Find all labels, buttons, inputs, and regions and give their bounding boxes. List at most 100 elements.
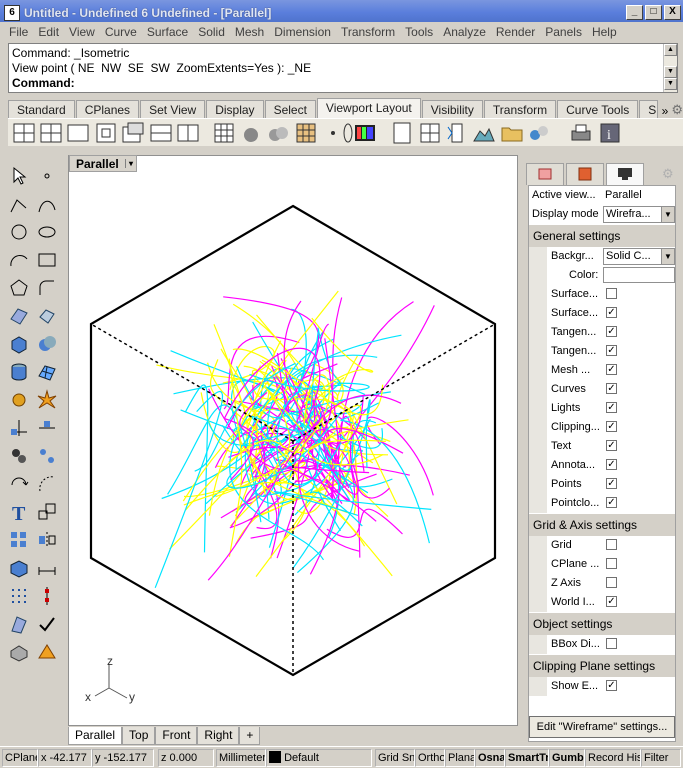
render-color-icon[interactable]	[353, 121, 377, 145]
viewport-title[interactable]: Parallel ▾	[69, 155, 137, 172]
viewport[interactable]: z y x	[68, 155, 518, 726]
status-layer[interactable]: Default	[266, 749, 372, 767]
menu-analyze[interactable]: Analyze	[438, 25, 491, 39]
panel-tab-display[interactable]	[606, 163, 644, 185]
polyline-icon[interactable]	[8, 194, 30, 216]
minimize-button[interactable]: _	[626, 5, 643, 20]
scale-tool-icon[interactable]	[36, 501, 58, 523]
split-viewport-icon[interactable]	[39, 121, 63, 145]
tab-curve-tools[interactable]: Curve Tools	[557, 100, 639, 118]
chevron-down-icon[interactable]: ▾	[125, 159, 136, 168]
rotate-icon[interactable]	[8, 473, 30, 495]
render-icon[interactable]	[8, 641, 30, 663]
setting-checkbox[interactable]	[606, 558, 617, 569]
wireframe-curve[interactable]	[236, 308, 307, 419]
split-icon[interactable]	[36, 417, 58, 439]
mesh-icon[interactable]	[36, 361, 58, 383]
scale-icon[interactable]	[445, 121, 469, 145]
viewport-tab-parallel[interactable]: Parallel	[68, 727, 123, 745]
viewport-tab-front[interactable]: Front	[155, 727, 198, 745]
setting-checkbox[interactable]: ✓	[606, 383, 617, 394]
extrude-surface-icon[interactable]	[36, 305, 58, 327]
status-osnap[interactable]: Osnap	[475, 749, 505, 767]
section-clipping-plane-settings[interactable]: Clipping Plane settings	[529, 655, 675, 677]
gear-icon[interactable]: ⚙	[671, 102, 683, 118]
boolean-union-icon[interactable]	[36, 333, 58, 355]
background-select[interactable]: Solid C... ▼	[603, 248, 675, 265]
two-spheres-icon[interactable]	[266, 121, 290, 145]
setting-checkbox[interactable]	[606, 638, 617, 649]
menu-render[interactable]: Render	[491, 25, 540, 39]
block-icon[interactable]	[8, 557, 30, 579]
menu-view[interactable]: View	[64, 25, 100, 39]
color-grid-icon[interactable]	[294, 121, 318, 145]
mirror-icon[interactable]	[36, 529, 58, 551]
fillet-icon[interactable]	[36, 277, 58, 299]
setting-checkbox[interactable]: ✓	[606, 478, 617, 489]
menu-curve[interactable]: Curve	[100, 25, 142, 39]
curve-icon[interactable]	[36, 194, 58, 216]
menu-file[interactable]: File	[4, 25, 33, 39]
setting-checkbox[interactable]: ✓	[606, 459, 617, 470]
edit-display-mode-button[interactable]: Edit "Wireframe" settings...	[529, 716, 675, 738]
tab-set-view[interactable]: Set View	[140, 100, 206, 118]
four-viewports-icon[interactable]	[12, 121, 36, 145]
rectangle-icon[interactable]	[36, 249, 58, 271]
analyze-icon[interactable]	[8, 613, 30, 635]
close-button[interactable]: X	[664, 5, 681, 20]
surface-icon[interactable]	[8, 305, 30, 327]
status-filter[interactable]: Filter	[641, 749, 681, 767]
tab-visibility[interactable]: Visibility	[421, 100, 483, 118]
material-icon[interactable]	[36, 641, 58, 663]
command-scrollbar[interactable]: ▲ ▼ ▼	[663, 44, 677, 92]
setting-checkbox[interactable]	[606, 288, 617, 299]
command-prompt[interactable]: Command:	[12, 76, 75, 90]
viewport-canvas[interactable]: z y x	[69, 156, 517, 725]
status-units[interactable]: Millimeters	[216, 749, 266, 767]
section-object-settings[interactable]: Object settings	[529, 613, 675, 635]
setting-checkbox[interactable]: ✓	[606, 421, 617, 432]
setting-checkbox[interactable]: ✓	[606, 596, 617, 607]
tab-standard[interactable]: Standard	[8, 100, 75, 118]
maximize-button[interactable]: □	[645, 5, 662, 20]
menu-surface[interactable]: Surface	[142, 25, 193, 39]
panel-tab-layers[interactable]	[526, 163, 564, 185]
panel-tab-properties[interactable]	[566, 163, 604, 185]
viewport-tab-top[interactable]: Top	[122, 727, 156, 745]
section-grid-axis-settings[interactable]: Grid & Axis settings	[529, 514, 675, 536]
chevron-down-icon[interactable]: ▼	[661, 207, 674, 222]
setting-checkbox[interactable]: ✓	[606, 326, 617, 337]
group-icon[interactable]	[8, 445, 30, 467]
transform-gear-icon[interactable]	[8, 389, 30, 411]
tab-transform[interactable]: Transform	[483, 100, 557, 118]
status-cplane[interactable]: CPlane	[2, 749, 38, 767]
grid-icon[interactable]	[212, 121, 236, 145]
scroll-up-icon[interactable]: ▲	[664, 44, 677, 56]
menu-tools[interactable]: Tools	[400, 25, 438, 39]
check-icon[interactable]	[36, 613, 58, 635]
section-general-settings[interactable]: General settings	[529, 225, 675, 247]
dimension-icon[interactable]	[36, 557, 58, 579]
polygon-icon[interactable]	[8, 277, 30, 299]
arc-dimension-icon[interactable]	[36, 473, 58, 495]
point-tool-icon[interactable]	[36, 165, 58, 187]
background-color-swatch[interactable]	[603, 267, 675, 283]
split-horizontal-icon[interactable]	[149, 121, 173, 145]
setting-checkbox[interactable]	[606, 577, 617, 588]
detail-grid-icon[interactable]	[418, 121, 442, 145]
wireframe-curve[interactable]	[366, 416, 434, 496]
more-tabs-icon[interactable]: »	[659, 104, 672, 118]
folder-icon[interactable]	[500, 121, 524, 145]
cylinder-icon[interactable]	[8, 361, 30, 383]
array-icon[interactable]	[8, 529, 30, 551]
wireframe-curve[interactable]	[154, 390, 224, 589]
tab-surface-tools[interactable]: Surface To	[639, 100, 658, 118]
spheres-render-icon[interactable]	[527, 121, 551, 145]
status-gumball[interactable]: Gumball	[549, 749, 585, 767]
setting-checkbox[interactable]: ✓	[606, 497, 617, 508]
page-layout-icon[interactable]	[390, 121, 414, 145]
points-grid-icon[interactable]	[8, 585, 30, 607]
viewport-tab-right[interactable]: Right	[197, 727, 240, 745]
trim-icon[interactable]	[8, 417, 30, 439]
sphere-icon[interactable]	[239, 121, 263, 145]
